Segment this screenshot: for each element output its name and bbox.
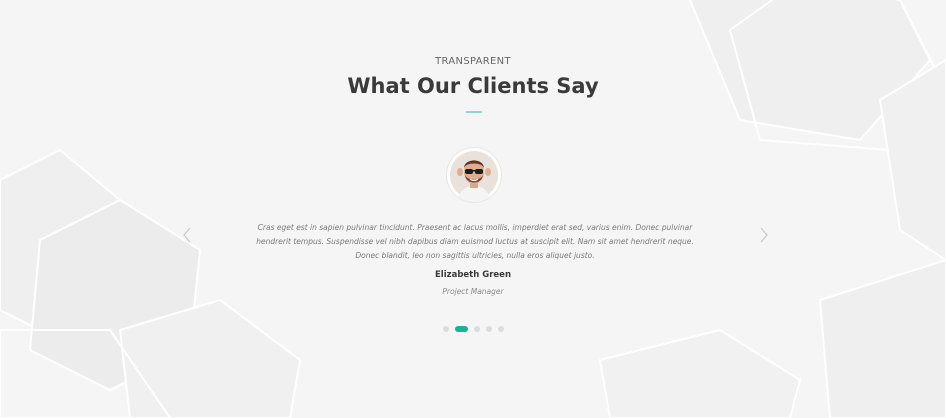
carousel-dot-active[interactable] xyxy=(454,326,468,332)
carousel-dot[interactable] xyxy=(485,326,492,332)
carousel-prev-button[interactable] xyxy=(180,226,194,244)
chevron-right-icon xyxy=(760,227,768,243)
carousel-pagination xyxy=(0,326,946,332)
section-title: What Our Clients Say xyxy=(347,74,599,98)
chevron-left-icon xyxy=(183,227,191,243)
carousel-dot[interactable] xyxy=(497,326,504,332)
section-eyebrow: TRANSPARENT xyxy=(435,56,511,67)
testimonial-quote: Cras eget est in sapien pulvinar tincidu… xyxy=(256,223,694,260)
client-role: Project Manager xyxy=(442,287,504,296)
person-with-sunglasses-avatar-icon xyxy=(450,151,498,202)
testimonials-section: TRANSPARENT What Our Clients Say Cras eg… xyxy=(0,0,946,418)
title-underline-divider xyxy=(466,111,482,113)
client-name: Elizabeth Green xyxy=(435,270,511,280)
carousel-dot[interactable] xyxy=(442,326,449,332)
client-avatar xyxy=(447,148,501,202)
carousel-next-button[interactable] xyxy=(757,226,771,244)
carousel-dot[interactable] xyxy=(473,326,480,332)
